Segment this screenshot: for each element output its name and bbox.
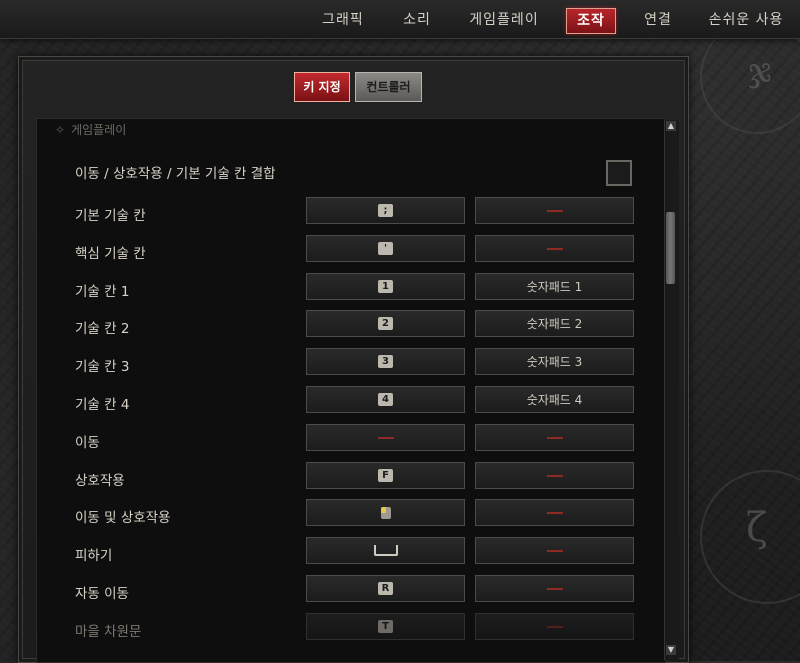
- binding-label: 기본 기술 칸: [75, 208, 146, 224]
- secondary-binding-slot[interactable]: [475, 197, 634, 224]
- secondary-binding-slot[interactable]: [475, 537, 634, 564]
- scrollbar[interactable]: [664, 120, 679, 660]
- unbound-dash-icon: [546, 587, 563, 590]
- binding-label: 이동 및 상호작용: [75, 510, 171, 526]
- mouse-left-click-icon: [380, 506, 391, 519]
- tab-keybindings[interactable]: 키 지정: [294, 72, 350, 102]
- unbound-dash-icon: [546, 209, 563, 212]
- scroll-up-arrow-icon[interactable]: ▲: [666, 121, 676, 131]
- unbound-dash-icon: [546, 625, 563, 628]
- keycap-icon: 4: [378, 393, 393, 406]
- binding-label: 상호작용: [75, 473, 125, 489]
- unbound-dash-icon: [546, 247, 563, 250]
- binding-label: 이동: [75, 435, 100, 451]
- secondary-binding-slot[interactable]: [475, 499, 634, 526]
- unbound-dash-icon: [377, 436, 394, 439]
- keycap-icon: R: [378, 582, 393, 595]
- primary-binding-slot[interactable]: [306, 424, 465, 451]
- keycap-icon: ;: [378, 204, 393, 217]
- binding-text: 숫자패드 3: [526, 355, 583, 369]
- unbound-dash-icon: [546, 549, 563, 552]
- secondary-binding-slot[interactable]: [475, 575, 634, 602]
- unbound-dash-icon: [546, 511, 563, 514]
- unbound-dash-icon: [546, 436, 563, 439]
- secondary-binding-slot[interactable]: [475, 462, 634, 489]
- primary-binding-slot[interactable]: 1: [306, 273, 465, 300]
- primary-binding-slot[interactable]: 2: [306, 310, 465, 337]
- nav-tab-gameplay[interactable]: 게임플레이: [466, 8, 542, 32]
- combine-option-checkbox[interactable]: [606, 160, 632, 186]
- spacebar-icon: [373, 545, 398, 556]
- section-header: ✧ 게임플레이: [55, 121, 126, 138]
- primary-binding-slot[interactable]: F: [306, 462, 465, 489]
- scroll-thumb[interactable]: [666, 212, 675, 284]
- keycap-icon: ': [378, 242, 393, 255]
- primary-binding-slot[interactable]: ': [306, 235, 465, 262]
- nav-tab-graphics[interactable]: 그래픽: [318, 8, 368, 32]
- nav-tab-connection[interactable]: 연결: [640, 8, 676, 32]
- binding-label: 마을 차원문: [75, 624, 142, 640]
- nav-tab-controls[interactable]: 조작: [566, 8, 616, 34]
- keycap-icon: F: [378, 469, 393, 482]
- binding-label: 기술 칸 4: [75, 397, 130, 413]
- binding-label: 기술 칸 3: [75, 359, 130, 375]
- binding-label: 핵심 기술 칸: [75, 246, 146, 262]
- primary-binding-slot[interactable]: 4: [306, 386, 465, 413]
- binding-label: 자동 이동: [75, 586, 129, 602]
- section-header-label: 게임플레이: [71, 123, 127, 137]
- secondary-binding-slot[interactable]: 숫자패드 1: [475, 273, 634, 300]
- scroll-down-arrow-icon[interactable]: ▼: [666, 645, 676, 655]
- secondary-binding-slot[interactable]: [475, 424, 634, 451]
- rune-glyph-icon: ჯ: [748, 50, 772, 90]
- keycap-icon: 3: [378, 355, 393, 368]
- primary-binding-slot[interactable]: ;: [306, 197, 465, 224]
- primary-binding-slot[interactable]: 3: [306, 348, 465, 375]
- secondary-binding-slot[interactable]: [475, 613, 634, 640]
- keycap-icon: 2: [378, 317, 393, 330]
- combine-option-label: 이동 / 상호작용 / 기본 기술 칸 결합: [75, 166, 276, 182]
- binding-label: 기술 칸 1: [75, 284, 130, 300]
- top-nav-bar: 그래픽 소리 게임플레이 조작 연결 손쉬운 사용: [0, 0, 800, 39]
- binding-label: 피하기: [75, 548, 113, 564]
- keycap-icon: 1: [378, 280, 393, 293]
- rune-glyph-icon: ζ: [746, 505, 768, 551]
- secondary-binding-slot[interactable]: [475, 235, 634, 262]
- tab-controller[interactable]: 컨트롤러: [355, 72, 422, 102]
- binding-label: 기술 칸 2: [75, 321, 130, 337]
- keycap-icon: T: [378, 620, 393, 633]
- binding-text: 숫자패드 4: [526, 393, 583, 407]
- nav-tab-sound[interactable]: 소리: [398, 8, 436, 32]
- nav-tab-accessibility[interactable]: 손쉬운 사용: [706, 8, 786, 32]
- diamond-icon: ✧: [55, 123, 66, 137]
- primary-binding-slot[interactable]: [306, 499, 465, 526]
- secondary-binding-slot[interactable]: 숫자패드 2: [475, 310, 634, 337]
- primary-binding-slot[interactable]: T: [306, 613, 465, 640]
- primary-binding-slot[interactable]: [306, 537, 465, 564]
- secondary-binding-slot[interactable]: 숫자패드 4: [475, 386, 634, 413]
- secondary-binding-slot[interactable]: 숫자패드 3: [475, 348, 634, 375]
- primary-binding-slot[interactable]: R: [306, 575, 465, 602]
- binding-text: 숫자패드 2: [526, 317, 583, 331]
- binding-text: 숫자패드 1: [526, 280, 583, 294]
- unbound-dash-icon: [546, 474, 563, 477]
